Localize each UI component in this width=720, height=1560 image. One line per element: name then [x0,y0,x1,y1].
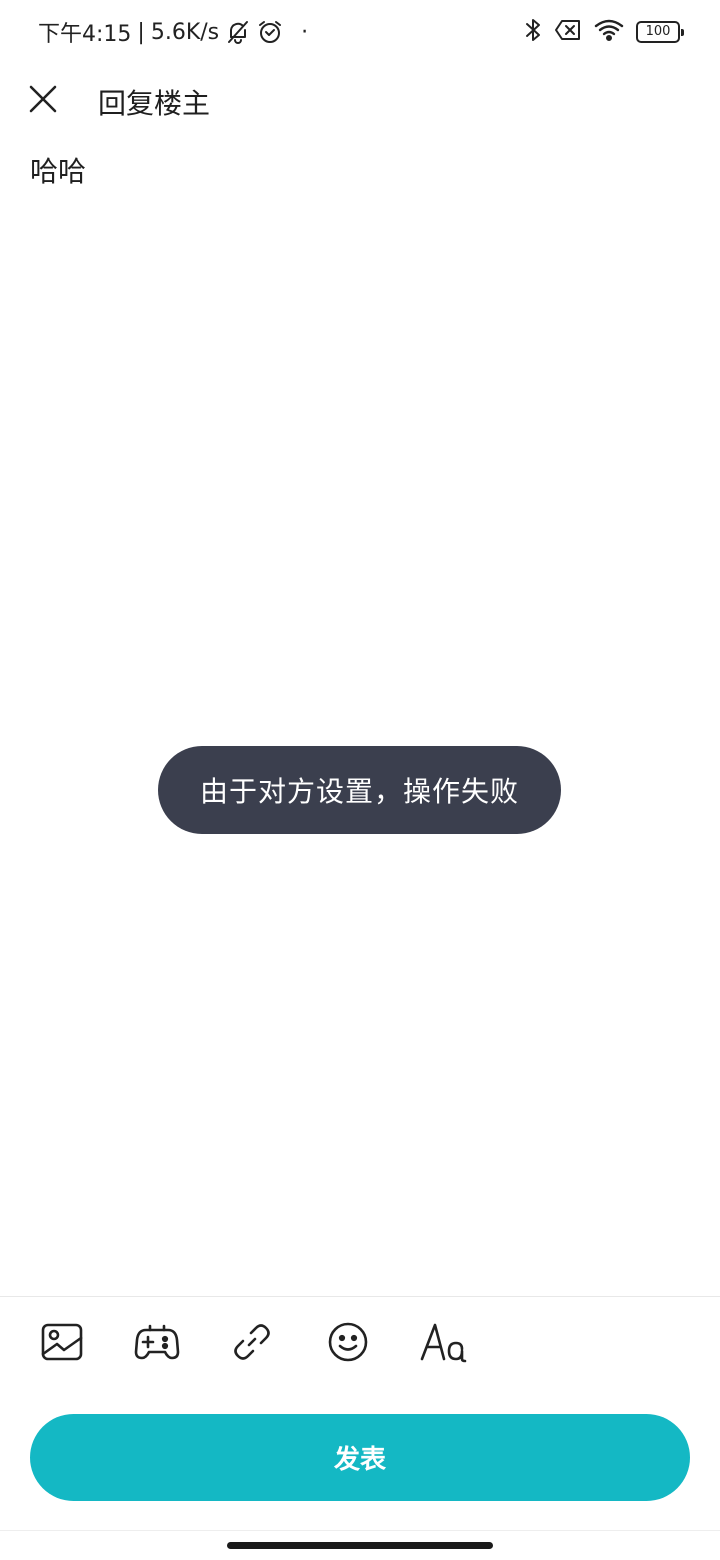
insert-emoji-button[interactable] [322,1316,374,1368]
close-icon [29,85,57,113]
image-icon [41,1323,83,1361]
status-bar: 下午4:15 | 5.6K/s · 100 [0,0,720,64]
emoji-icon [328,1322,368,1362]
toolbar-divider [0,1296,720,1297]
status-time: 下午4:15 [38,22,132,47]
link-icon [234,1324,270,1360]
page-title: 回复楼主 [98,87,211,120]
status-separator: | [137,19,145,45]
insert-image-button[interactable] [36,1316,88,1368]
network-speed: 5.6K/s [150,19,220,45]
bottom-divider [0,1530,720,1531]
game-controller-icon [134,1324,180,1360]
bluetooth-icon [524,17,542,47]
error-toast: 由于对方设置，操作失败 [158,746,561,834]
insert-game-button[interactable] [131,1316,183,1368]
notification-dot: · [301,19,309,45]
text-format-button[interactable] [418,1316,470,1368]
screen: 下午4:15 | 5.6K/s · 100 回复楼主 哈哈 由于对方设置，操作失… [0,0,720,1560]
home-indicator[interactable] [227,1542,493,1549]
text-format-icon [420,1323,467,1363]
battery-icon: 100 [636,21,684,43]
bell-off-icon [225,19,251,45]
close-button[interactable] [22,78,64,120]
header: 回复楼主 [0,70,720,134]
publish-button[interactable]: 发表 [30,1414,690,1501]
status-left: 下午4:15 | 5.6K/s · [38,16,308,48]
status-right: 100 [524,16,684,48]
editor-toolbar [0,1310,720,1374]
reply-text-input[interactable]: 哈哈 [30,150,690,1270]
wifi-icon [594,18,624,46]
sim-error-icon [554,19,582,45]
alarm-icon [257,19,283,45]
insert-link-button[interactable] [226,1316,278,1368]
toast-message: 由于对方设置，操作失败 [199,775,519,808]
